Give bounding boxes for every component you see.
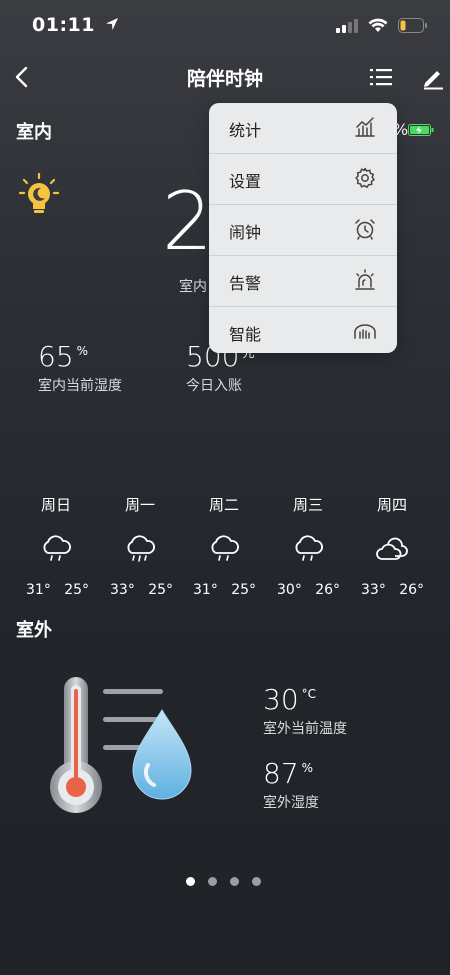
menu-item-alert[interactable]: 告警	[209, 256, 397, 307]
wifi-icon	[368, 18, 388, 32]
dropdown-menu: 统计 设置 闹钟 告警 智能	[209, 103, 397, 353]
forecast-temps: 33° 25°	[110, 582, 174, 598]
status-time: 01:11	[32, 14, 120, 36]
forecast-day-name: 周三	[292, 496, 323, 514]
location-arrow-icon	[106, 18, 119, 30]
forecast-day-name: 周四	[376, 496, 407, 514]
outdoor-humidity-value: 87%	[263, 757, 314, 790]
menu-item-smart[interactable]: 智能	[209, 307, 397, 357]
forecast-day: 周一	[105, 494, 175, 567]
charging-battery-icon	[408, 124, 434, 136]
page-dot[interactable]	[252, 877, 261, 886]
indoor-humidity-value: 65%	[38, 340, 89, 373]
menu-item-stats[interactable]: 统计	[209, 103, 397, 154]
cloud-rain-icon	[127, 535, 155, 562]
cloudy-icon	[376, 537, 408, 560]
indoor-temperature: 2	[162, 175, 213, 268]
cloud-drizzle-icon	[295, 535, 323, 561]
menu-item-label: 设置	[229, 172, 262, 191]
indoor-temperature-label: 室内	[179, 279, 207, 295]
alarm-clock-icon	[355, 219, 375, 240]
forecast-day-name: 周一	[124, 496, 155, 514]
outdoor-temperature-value: 30 °C	[263, 683, 317, 716]
cloud-drizzle-icon	[43, 535, 71, 561]
list-menu-icon[interactable]	[367, 64, 395, 90]
forecast-day: 周三	[273, 494, 343, 567]
bulb-moon-icon	[18, 172, 60, 213]
cloud-drizzle-icon	[211, 535, 239, 561]
page-dot[interactable]	[208, 877, 217, 886]
alarm-siren-icon	[355, 269, 375, 290]
indoor-section-title: 室内	[16, 122, 52, 143]
outdoor-temperature-label: 室外当前温度	[263, 721, 347, 737]
indoor-humidity-label: 室内当前湿度	[38, 378, 122, 394]
forecast-temps: 30° 26°	[277, 582, 341, 598]
income-label: 今日入账	[186, 378, 242, 394]
stats-chart-icon	[355, 117, 375, 137]
cellular-signal-icon	[336, 18, 358, 33]
page-dot[interactable]	[186, 877, 195, 886]
status-indicators	[336, 18, 428, 33]
forecast-temps: 31° 25°	[193, 582, 257, 598]
menu-item-settings[interactable]: 设置	[209, 154, 397, 205]
menu-item-label: 告警	[229, 274, 262, 293]
forecast-day-name: 周日	[40, 496, 71, 514]
forecast-temps: 33° 26°	[361, 582, 425, 598]
menu-item-label: 智能	[229, 325, 262, 344]
smart-home-icon	[354, 324, 376, 339]
menu-item-label: 闹钟	[229, 223, 262, 242]
outdoor-section-title: 室外	[16, 620, 52, 641]
forecast-day-name: 周二	[208, 496, 239, 514]
edit-pencil-icon[interactable]	[420, 64, 446, 90]
forecast-day: 周二	[189, 494, 259, 567]
page-indicator[interactable]	[186, 877, 261, 886]
menu-item-label: 统计	[229, 121, 262, 140]
forecast-day: 周日	[21, 494, 91, 567]
gear-icon	[355, 167, 375, 189]
battery-icon	[398, 18, 427, 33]
forecast-temps: 31° 25°	[26, 582, 90, 598]
forecast-day: 周四	[357, 494, 427, 567]
page-dot[interactable]	[230, 877, 239, 886]
thermometer-humidity-icon	[50, 677, 192, 813]
menu-item-alarm-clock[interactable]: 闹钟	[209, 205, 397, 256]
outdoor-humidity-label: 室外湿度	[263, 795, 319, 811]
